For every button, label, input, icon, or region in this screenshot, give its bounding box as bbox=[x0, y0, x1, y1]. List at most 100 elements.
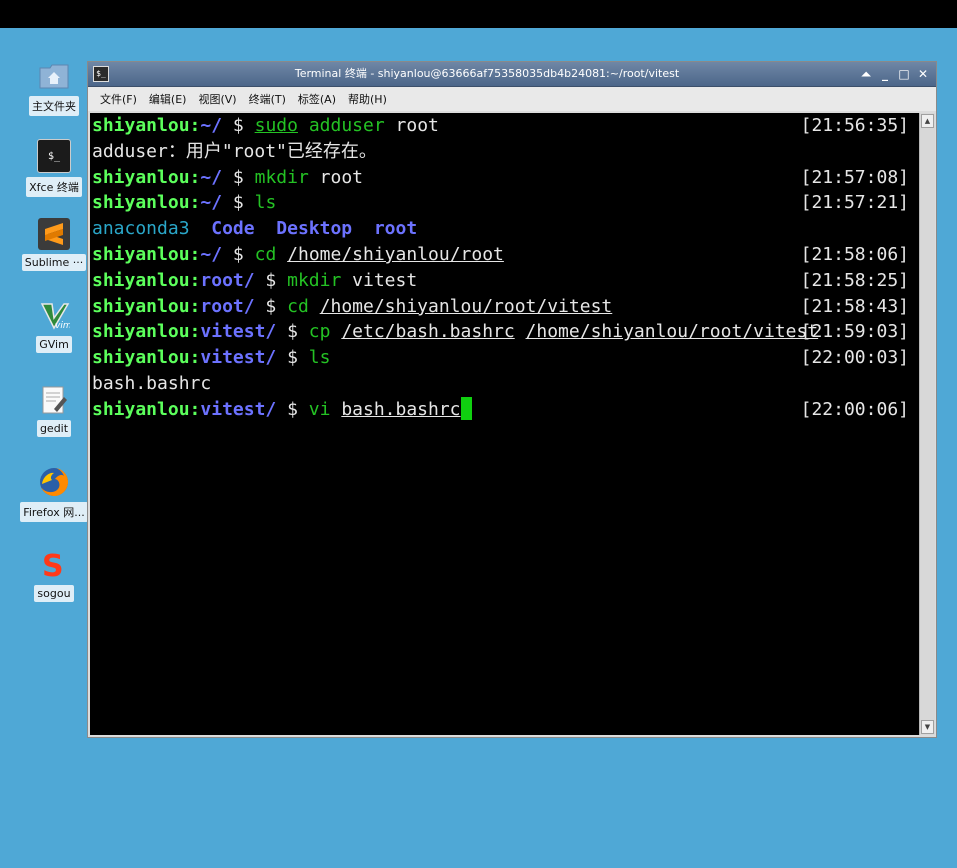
close-button[interactable]: ✕ bbox=[914, 65, 932, 83]
prompt-user: shiyanlou bbox=[92, 269, 190, 291]
maximize-button[interactable]: □ bbox=[895, 65, 913, 83]
prompt-sep: : bbox=[189, 192, 201, 214]
terminal-line: shiyanlou:root/ $ cd /home/shiyanlou/roo… bbox=[90, 294, 919, 320]
prompt-sep: : bbox=[189, 321, 201, 343]
vertical-scrollbar[interactable]: ▲ ▼ bbox=[919, 113, 935, 735]
timestamp: [21:58:25] bbox=[800, 269, 909, 291]
menu-bar: 文件(F) 编辑(E) 视图(V) 终端(T) 标签(A) 帮助(H) bbox=[88, 87, 936, 111]
terminal-output[interactable]: shiyanlou:~/ $ sudo adduser root [21:56:3… bbox=[90, 113, 919, 735]
terminal-line: shiyanlou:~/ $ ls [21:57:21] bbox=[90, 190, 919, 216]
desktop-icon-firefox[interactable]: Firefox 网... bbox=[20, 466, 88, 522]
prompt-dir: vitest/ bbox=[200, 321, 277, 343]
command-arg: root bbox=[319, 166, 363, 188]
prompt-dir: vitest/ bbox=[200, 398, 277, 420]
home-folder-icon bbox=[38, 60, 70, 92]
prompt-dir: ~/ bbox=[200, 192, 223, 214]
desktop-icon-label: sogou bbox=[34, 585, 74, 602]
window-title: Terminal 终端 - shiyanlou@63666af75358035d… bbox=[294, 67, 680, 80]
timestamp: [21:58:06] bbox=[800, 243, 909, 265]
prompt-dir: ~/ bbox=[200, 115, 223, 136]
timestamp: [21:58:43] bbox=[800, 295, 909, 317]
prompt-dir: vitest/ bbox=[200, 347, 277, 369]
ls-entry: anaconda3 bbox=[92, 218, 190, 240]
desktop-icon-label: GVim bbox=[36, 336, 72, 353]
command-arg: /home/shiyanlou/root/vitest bbox=[319, 295, 613, 317]
prompt-sign: $ bbox=[287, 347, 298, 369]
prompt-sign: $ bbox=[265, 269, 277, 291]
window-controls: ⏶ _ □ ✕ bbox=[857, 65, 932, 83]
prompt-sep: : bbox=[189, 166, 201, 188]
terminal-line: shiyanlou:vitest/ $ vi bash.bashrc [22:00… bbox=[90, 396, 919, 423]
prompt-sep: : bbox=[189, 115, 201, 136]
command: vi bbox=[308, 398, 331, 420]
command: cd bbox=[254, 243, 277, 265]
terminal-icon[interactable]: $_ bbox=[93, 66, 109, 82]
menu-edit[interactable]: 编辑(E) bbox=[149, 91, 187, 107]
terminal-line: shiyanlou:vitest/ $ cp /etc/bash.bashrc … bbox=[90, 319, 919, 345]
terminal-line: bash.bashrc bbox=[90, 371, 919, 397]
prompt-sign: $ bbox=[265, 295, 277, 317]
prompt-sep: : bbox=[189, 295, 201, 317]
terminal-line: shiyanlou:~/ $ mkdir root [21:57:08] bbox=[90, 165, 919, 191]
minimize-button[interactable]: _ bbox=[876, 65, 894, 83]
prompt-user: shiyanlou bbox=[92, 192, 190, 214]
prompt-user: shiyanlou bbox=[92, 398, 190, 420]
svg-text:vim: vim bbox=[55, 321, 70, 331]
scroll-up-icon[interactable]: ▲ bbox=[921, 114, 934, 128]
prompt-user: shiyanlou bbox=[92, 295, 190, 317]
command-arg: /home/shiyanlou/root/vitest bbox=[525, 321, 819, 343]
menu-help[interactable]: 帮助(H) bbox=[348, 91, 387, 107]
firefox-icon bbox=[38, 466, 70, 498]
prompt-sep: : bbox=[189, 269, 201, 291]
shade-button[interactable]: ⏶ bbox=[857, 65, 875, 83]
command: sudo bbox=[254, 115, 298, 136]
prompt-sep: : bbox=[189, 347, 201, 369]
desktop-icon-gvim[interactable]: vim GVim bbox=[22, 300, 86, 353]
command-output: adduser：用户"root"已经存在。 bbox=[92, 140, 377, 162]
timestamp: [21:57:08] bbox=[800, 166, 909, 188]
sublime-icon bbox=[38, 218, 70, 250]
terminal-line: shiyanlou:~/ $ sudo adduser root [21:56:3… bbox=[90, 113, 919, 139]
terminal-line: anaconda3 Code Desktop root bbox=[90, 216, 919, 242]
prompt-user: shiyanlou bbox=[92, 166, 190, 188]
terminal-line: shiyanlou:vitest/ $ ls [22:00:03] bbox=[90, 345, 919, 371]
scroll-down-icon[interactable]: ▼ bbox=[921, 720, 934, 734]
prompt-sign: $ bbox=[232, 243, 244, 265]
prompt-sep: : bbox=[189, 398, 201, 420]
command: ls bbox=[254, 192, 277, 214]
top-panel bbox=[0, 0, 957, 28]
desktop-icon-terminal[interactable]: $_ Xfce 终端 bbox=[22, 139, 86, 197]
menu-view[interactable]: 视图(V) bbox=[198, 91, 236, 107]
desktop-icon-label: 主文件夹 bbox=[29, 96, 79, 116]
timestamp: [21:59:03] bbox=[800, 321, 909, 343]
ls-entry: root bbox=[373, 218, 418, 240]
menu-terminal[interactable]: 终端(T) bbox=[249, 91, 286, 107]
desktop-icon-gedit[interactable]: gedit bbox=[22, 384, 86, 437]
prompt-user: shiyanlou bbox=[92, 243, 190, 265]
prompt-sign: $ bbox=[232, 166, 244, 188]
prompt-sign: $ bbox=[232, 192, 244, 214]
ls-entry: Desktop bbox=[276, 218, 353, 240]
desktop-icon-home[interactable]: 主文件夹 bbox=[22, 60, 86, 116]
desktop-icon-sublime[interactable]: Sublime ··· bbox=[21, 218, 87, 271]
desktop-icon-label: gedit bbox=[36, 420, 72, 437]
prompt-dir: root/ bbox=[200, 295, 255, 317]
menu-tabs[interactable]: 标签(A) bbox=[298, 91, 336, 107]
command: mkdir bbox=[287, 269, 342, 291]
prompt-dir: ~/ bbox=[200, 243, 223, 265]
text-cursor bbox=[460, 396, 472, 420]
prompt-sign: $ bbox=[287, 398, 298, 420]
command-arg: adduser bbox=[308, 115, 385, 136]
terminal-window: $_ Terminal 终端 - shiyanlou@63666af753580… bbox=[87, 61, 937, 738]
prompt-dir: root/ bbox=[200, 269, 255, 291]
terminal-icon: $_ bbox=[37, 139, 71, 173]
window-titlebar[interactable]: $_ Terminal 终端 - shiyanlou@63666af753580… bbox=[88, 62, 936, 87]
command: cp bbox=[308, 321, 331, 343]
terminal-line: adduser：用户"root"已经存在。 bbox=[90, 139, 919, 165]
timestamp: [21:56:35] bbox=[800, 115, 909, 136]
menu-file[interactable]: 文件(F) bbox=[100, 91, 137, 107]
prompt-user: shiyanlou bbox=[92, 347, 190, 369]
command: mkdir bbox=[254, 166, 309, 188]
desktop-icon-label: Sublime ··· bbox=[21, 254, 87, 271]
desktop-icon-sogou[interactable]: S sogou bbox=[22, 549, 86, 602]
